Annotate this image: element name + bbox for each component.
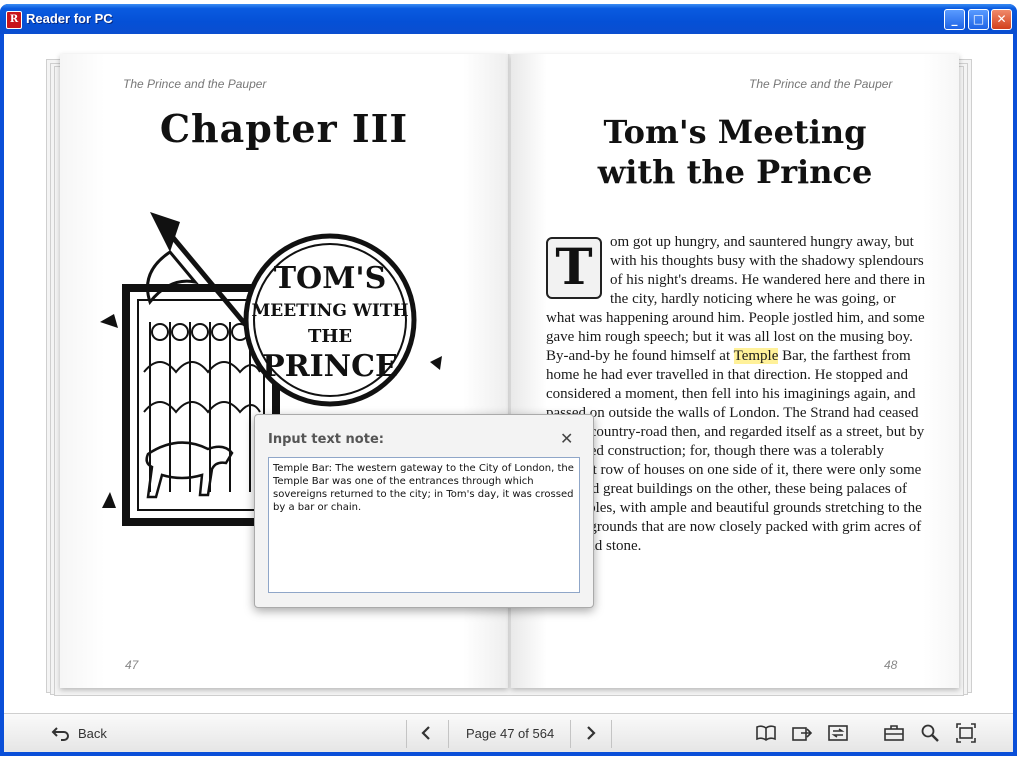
illustration-line-4: PRINCE — [262, 349, 398, 384]
fit-screen-icon[interactable] — [955, 722, 977, 744]
illustration-line-1: TOM'S — [274, 261, 387, 296]
reader-area: The Prince and the Pauper Chapter III TO… — [4, 34, 1013, 752]
close-button[interactable]: ✕ — [991, 9, 1012, 30]
paragraph-part-2: Bar, the farthest from home he had ever … — [546, 348, 925, 554]
paragraph-part-1: om got up hungry, and sauntered hungry a… — [546, 234, 926, 364]
back-arrow-icon — [50, 723, 72, 745]
toolbar-divider — [448, 720, 449, 748]
back-label: Back — [78, 726, 107, 741]
maximize-button[interactable]: □ — [968, 9, 989, 30]
chapter-title: Chapter III — [159, 106, 409, 151]
running-head-right: The Prince and the Pauper — [749, 77, 893, 91]
prev-page-icon[interactable] — [415, 722, 437, 744]
chapter-heading-line-2: with the Prince — [597, 153, 873, 191]
chapter-body-text[interactable]: Tom got up hungry, and sauntered hungry … — [546, 233, 926, 556]
chapter-heading: Tom's Meeting with the Prince — [511, 112, 959, 192]
sync-icon[interactable] — [827, 722, 849, 744]
close-icon[interactable]: ✕ — [560, 429, 573, 448]
note-popup-title: Input text note: — [268, 432, 384, 447]
next-page-icon[interactable] — [580, 722, 602, 744]
chapter-heading-line-1: Tom's Meeting — [603, 113, 867, 151]
highlighted-word[interactable]: Temple — [733, 348, 779, 364]
running-head-left: The Prince and the Pauper — [123, 77, 267, 91]
illustration-line-2: MEETING WITH — [251, 301, 408, 321]
bottom-toolbar: Back Page 47 of 564 — [4, 713, 1013, 752]
export-icon[interactable] — [791, 722, 813, 744]
toolbar-divider — [570, 720, 571, 748]
note-popup: Input text note: ✕ Temple Bar: The weste… — [254, 414, 594, 608]
toolbar-divider — [406, 720, 407, 748]
search-icon[interactable] — [919, 722, 941, 744]
page-number-left: 47 — [125, 658, 139, 672]
page-number-right: 48 — [884, 658, 898, 672]
page-indicator: Page 47 of 564 — [466, 726, 555, 741]
minimize-button[interactable]: _ — [944, 9, 965, 30]
briefcase-icon[interactable] — [883, 722, 905, 744]
illustration-line-3: THE — [308, 326, 352, 347]
title-bar[interactable]: R Reader for PC _ □ ✕ — [0, 4, 1017, 34]
back-button[interactable]: Back — [48, 720, 118, 748]
app-logo-icon: R — [6, 11, 22, 29]
app-window: R Reader for PC _ □ ✕ The Prince and the… — [0, 4, 1017, 756]
note-text-field[interactable]: Temple Bar: The western gateway to the C… — [268, 457, 580, 593]
book-icon[interactable] — [755, 722, 777, 744]
drop-cap: T — [546, 237, 602, 299]
toolbar-divider — [611, 720, 612, 748]
window-title: Reader for PC — [26, 11, 113, 26]
